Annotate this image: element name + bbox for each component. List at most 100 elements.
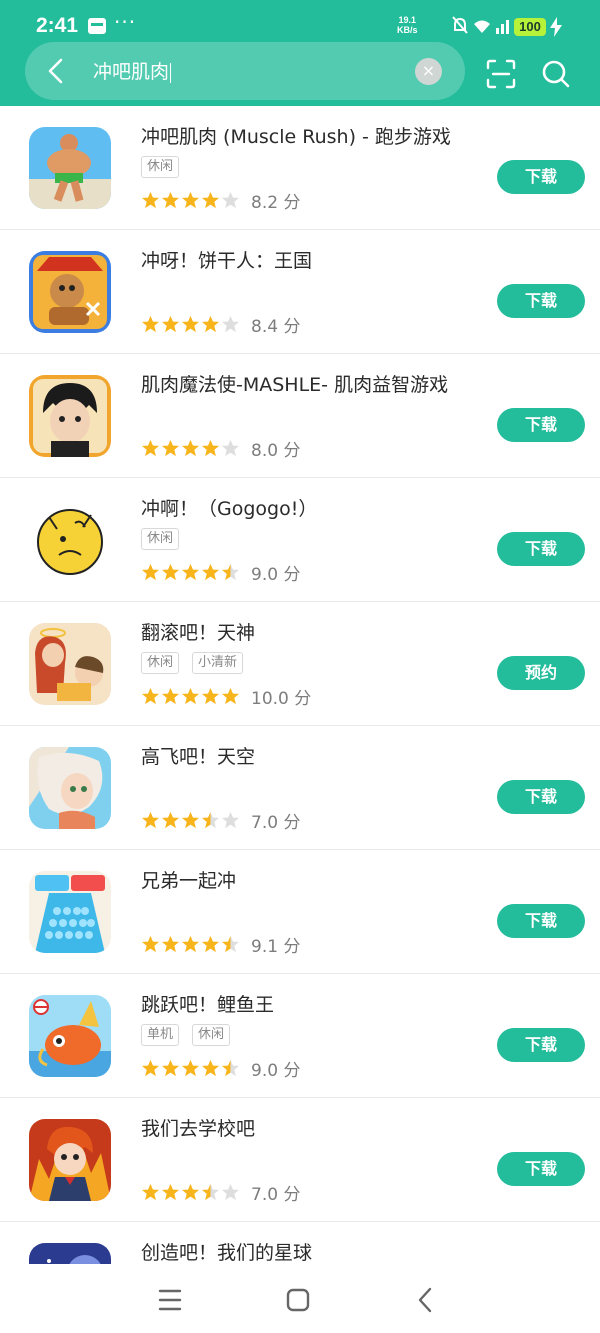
star-icon — [181, 439, 200, 457]
star-icon — [221, 191, 240, 209]
star-icon — [201, 563, 220, 581]
rating: 9.1 分 — [141, 932, 301, 957]
star-icon — [221, 563, 240, 581]
star-icon — [221, 315, 240, 333]
rating: 8.2 分 — [141, 188, 301, 213]
star-icon — [161, 563, 180, 581]
list-item[interactable]: 兄弟一起冲 9.1 分 下载 — [0, 850, 600, 974]
scan-icon[interactable] — [485, 58, 517, 90]
star-icon — [201, 935, 220, 953]
tag-group: 单机 休闲 — [141, 1023, 243, 1047]
system-navigation-bar — [0, 1264, 600, 1333]
list-item[interactable]: 肌肉魔法使-MASHLE- 肌肉益智游戏 8.0 分 下载 — [0, 354, 600, 478]
download-button[interactable]: 下载 — [497, 160, 585, 194]
back-arrow-icon[interactable] — [40, 54, 74, 88]
list-item[interactable]: 冲吧肌肉 (Muscle Rush) - 跑步游戏 休闲 8.2 分 下载 — [0, 106, 600, 230]
back-icon[interactable] — [408, 1282, 444, 1318]
text-cursor — [170, 62, 172, 83]
status-bar: 2:41 ··· 19.1 KB/s 100 — [0, 0, 600, 46]
reserve-button[interactable]: 预约 — [497, 656, 585, 690]
star-icon — [221, 687, 240, 705]
download-button[interactable]: 下载 — [497, 1152, 585, 1186]
star-icon — [181, 935, 200, 953]
rating: 7.0 分 — [141, 1180, 300, 1205]
mashle-icon — [29, 375, 111, 457]
rating: 7.0 分 — [141, 808, 300, 833]
search-icon[interactable] — [541, 58, 571, 90]
battery-indicator: 100 — [514, 18, 546, 36]
tag-group: 休闲 — [141, 527, 192, 551]
download-button[interactable]: 下载 — [497, 532, 585, 566]
star-icon — [141, 315, 160, 333]
star-icon — [221, 439, 240, 457]
app-name[interactable]: 兄弟一起冲 — [141, 866, 236, 896]
app-name[interactable]: 冲呀！饼干人：王国 — [141, 246, 312, 276]
app-name[interactable]: 我们去学校吧 — [141, 1114, 255, 1144]
tag[interactable]: 休闲 — [192, 1024, 231, 1046]
download-button[interactable]: 下载 — [497, 904, 585, 938]
rating: 9.0 分 — [141, 1056, 301, 1081]
list-item[interactable]: 高飞吧！天空 7.0 分 下载 — [0, 726, 600, 850]
network-speed-unit: KB/s — [397, 25, 418, 35]
clear-search-button[interactable]: × — [415, 58, 442, 85]
star-icon — [221, 1059, 240, 1077]
score: 8.2 分 — [251, 193, 301, 213]
app-name[interactable]: 肌肉魔法使-MASHLE- 肌肉益智游戏 — [141, 370, 448, 400]
tag[interactable]: 休闲 — [141, 528, 180, 550]
rating: 8.4 分 — [141, 312, 300, 337]
tag[interactable]: 小清新 — [192, 652, 244, 674]
star-icon — [201, 687, 220, 705]
star-icon — [221, 811, 240, 829]
app-name[interactable]: 冲啊！（Gogogo!） — [141, 494, 317, 524]
list-item[interactable]: 冲呀！饼干人：王国 8.4 分 下载 — [0, 230, 600, 354]
download-button[interactable]: 下载 — [497, 780, 585, 814]
list-item[interactable]: 创造吧！我们的星球 — [0, 1222, 600, 1264]
list-item[interactable]: 我们去学校吧 7.0 分 下载 — [0, 1098, 600, 1222]
app-name[interactable]: 跳跃吧！鲤鱼王 — [141, 990, 274, 1020]
app-name[interactable]: 翻滚吧！天神 — [141, 618, 255, 648]
search-query: 冲吧肌肉 — [93, 61, 170, 83]
star-icon — [201, 811, 220, 829]
search-bar[interactable] — [25, 42, 465, 100]
cookie-run-icon — [29, 251, 111, 333]
star-icon — [181, 315, 200, 333]
search-results-list[interactable]: 冲吧肌肉 (Muscle Rush) - 跑步游戏 休闲 8.2 分 下载 冲呀… — [0, 106, 600, 1264]
star-icon — [181, 563, 200, 581]
status-time: 2:41 — [36, 14, 79, 37]
download-button[interactable]: 下载 — [497, 408, 585, 442]
star-icon — [201, 315, 220, 333]
star-icon — [201, 1183, 220, 1201]
tag[interactable]: 休闲 — [141, 652, 180, 674]
search-input[interactable]: 冲吧肌肉 — [93, 58, 172, 86]
list-item[interactable]: 冲啊！（Gogogo!） 休闲 9.0 分 下载 — [0, 478, 600, 602]
download-button[interactable]: 下载 — [497, 1028, 585, 1062]
score: 8.0 分 — [251, 441, 301, 461]
list-item[interactable]: 翻滚吧！天神 休闲 小清新 10.0 分 预约 — [0, 602, 600, 726]
app-name[interactable]: 冲吧肌肉 (Muscle Rush) - 跑步游戏 — [141, 122, 451, 152]
score: 10.0 分 — [251, 689, 312, 709]
star-icon — [141, 935, 160, 953]
network-speed-value: 19.1 — [398, 15, 417, 25]
star-icon — [141, 563, 160, 581]
score: 9.0 分 — [251, 1061, 301, 1081]
top-bar: 2:41 ··· 19.1 KB/s 100 冲吧肌肉 × — [0, 0, 600, 106]
status-icons — [452, 16, 509, 34]
more-notifications-icon: ··· — [114, 10, 137, 34]
download-button[interactable]: 下载 — [497, 284, 585, 318]
tianshen-icon — [29, 623, 111, 705]
planet-icon — [29, 1243, 111, 1264]
app-name[interactable]: 创造吧！我们的星球 — [141, 1238, 312, 1264]
star-icon — [161, 1183, 180, 1201]
score: 9.1 分 — [251, 937, 301, 957]
app-name[interactable]: 高飞吧！天空 — [141, 742, 255, 772]
menu-icon[interactable] — [152, 1282, 188, 1318]
tag[interactable]: 休闲 — [141, 156, 180, 178]
signal-icon — [496, 20, 509, 34]
star-icon — [161, 811, 180, 829]
tag[interactable]: 单机 — [141, 1024, 180, 1046]
star-icon — [181, 1183, 200, 1201]
star-icon — [181, 687, 200, 705]
list-item[interactable]: 跳跃吧！鲤鱼王 单机 休闲 9.0 分 下载 — [0, 974, 600, 1098]
star-icon — [161, 191, 180, 209]
home-icon[interactable] — [280, 1282, 316, 1318]
